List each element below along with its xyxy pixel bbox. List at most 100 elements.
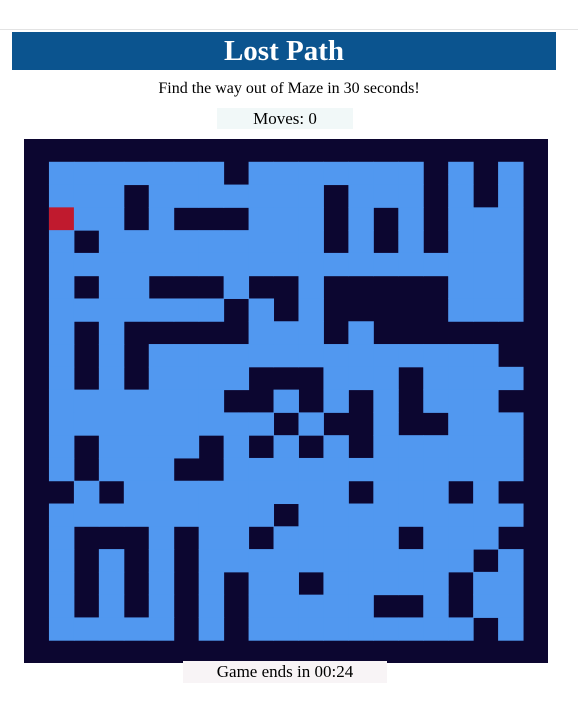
maze-path-cell xyxy=(98,503,125,527)
maze-path-cell xyxy=(423,503,449,527)
maze-path-cell xyxy=(448,503,474,527)
maze-path-cell xyxy=(448,526,474,550)
maze-path-cell xyxy=(173,252,200,277)
maze-path-cell xyxy=(248,617,275,641)
maze-path-cell xyxy=(348,366,374,391)
maze-path-cell xyxy=(173,298,200,322)
maze-path-cell xyxy=(448,617,474,641)
maze-path-cell xyxy=(373,161,399,186)
maze-path-cell xyxy=(398,617,424,641)
maze-path-cell xyxy=(48,571,75,596)
maze-path-cell xyxy=(98,184,125,208)
maze-path-cell xyxy=(448,161,474,186)
maze-path-cell xyxy=(323,549,349,573)
maze-path-cell xyxy=(98,457,125,482)
maze-path-cell xyxy=(248,594,275,618)
maze-path-cell xyxy=(323,435,349,459)
maze-path-cell xyxy=(373,389,399,413)
maze-path-cell xyxy=(198,298,225,322)
maze-path-cell xyxy=(73,252,100,277)
maze-path-cell xyxy=(248,321,275,345)
maze-path-cell xyxy=(323,389,349,413)
maze-path-cell xyxy=(373,344,399,368)
maze-path-cell xyxy=(273,252,299,277)
maze-path-cell xyxy=(323,503,349,527)
game-instructions: Find the way out of Maze in 30 seconds! xyxy=(158,80,420,97)
maze-path-cell xyxy=(73,617,100,641)
maze-path-cell xyxy=(198,344,225,368)
maze-path-cell xyxy=(473,503,499,527)
maze-path-cell xyxy=(248,252,275,277)
maze-path-cell xyxy=(73,161,100,186)
maze-path-cell xyxy=(98,161,125,186)
countdown-timer: Game ends in 00:24 xyxy=(183,661,387,683)
maze-path-cell xyxy=(398,161,424,186)
maze-board[interactable] xyxy=(24,139,548,663)
player-marker[interactable] xyxy=(48,207,74,231)
maze-path-cell xyxy=(148,457,175,482)
maze-grid[interactable] xyxy=(24,139,548,663)
maze-path-cell xyxy=(323,594,349,618)
maze-path-cell xyxy=(273,321,299,345)
maze-path-cell xyxy=(148,480,175,505)
maze-path-cell xyxy=(198,549,225,573)
maze-path-cell xyxy=(398,549,424,573)
maze-path-cell xyxy=(323,617,349,641)
maze-path-cell xyxy=(373,412,399,436)
maze-path-cell xyxy=(473,389,499,413)
maze-path-cell xyxy=(423,389,449,413)
maze-path-cell xyxy=(173,412,200,436)
maze-path-cell xyxy=(223,344,250,368)
maze-path-cell xyxy=(73,298,100,322)
maze-path-cell xyxy=(98,321,125,345)
maze-path-cell xyxy=(298,298,324,322)
maze-path-cell xyxy=(248,412,275,436)
maze-path-cell xyxy=(348,457,374,482)
maze-path-cell xyxy=(98,435,125,459)
maze-path-cell xyxy=(473,298,499,322)
maze-path-cell xyxy=(348,594,374,618)
maze-path-cell xyxy=(248,230,275,254)
maze-path-cell xyxy=(223,275,250,299)
maze-path-cell xyxy=(498,252,524,277)
maze-path-cell xyxy=(73,412,100,436)
maze-path-cell xyxy=(298,207,324,231)
maze-path-cell xyxy=(48,526,75,550)
maze-path-cell xyxy=(48,366,75,391)
maze-path-cell xyxy=(398,480,424,505)
maze-path-cell xyxy=(173,435,200,459)
maze-path-cell xyxy=(148,184,175,208)
maze-path-cell xyxy=(498,161,524,186)
top-divider xyxy=(0,29,578,30)
maze-path-cell xyxy=(498,230,524,254)
maze-path-cell xyxy=(448,549,474,573)
maze-path-cell xyxy=(148,549,175,573)
maze-path-cell xyxy=(48,617,75,641)
maze-path-cell xyxy=(48,298,75,322)
maze-path-cell xyxy=(98,344,125,368)
maze-path-cell xyxy=(473,412,499,436)
maze-path-cell xyxy=(348,571,374,596)
maze-path-cell xyxy=(98,298,125,322)
maze-path-cell xyxy=(498,503,524,527)
maze-path-cell xyxy=(198,503,225,527)
maze-path-cell xyxy=(123,412,150,436)
maze-path-cell xyxy=(423,549,449,573)
maze-path-cell xyxy=(323,526,349,550)
maze-path-cell xyxy=(373,184,399,208)
maze-path-cell xyxy=(498,366,524,391)
maze-path-cell xyxy=(498,275,524,299)
maze-path-cell xyxy=(398,435,424,459)
maze-path-cell xyxy=(48,435,75,459)
maze-path-cell xyxy=(423,571,449,596)
maze-path-cell xyxy=(198,571,225,596)
maze-path-cell xyxy=(198,389,225,413)
maze-path-cell xyxy=(498,617,524,641)
maze-path-cell xyxy=(298,321,324,345)
maze-path-cell xyxy=(298,184,324,208)
maze-path-cell xyxy=(48,594,75,618)
maze-path-cell xyxy=(198,230,225,254)
maze-path-cell xyxy=(398,503,424,527)
maze-path-cell xyxy=(223,457,250,482)
maze-path-cell xyxy=(223,503,250,527)
